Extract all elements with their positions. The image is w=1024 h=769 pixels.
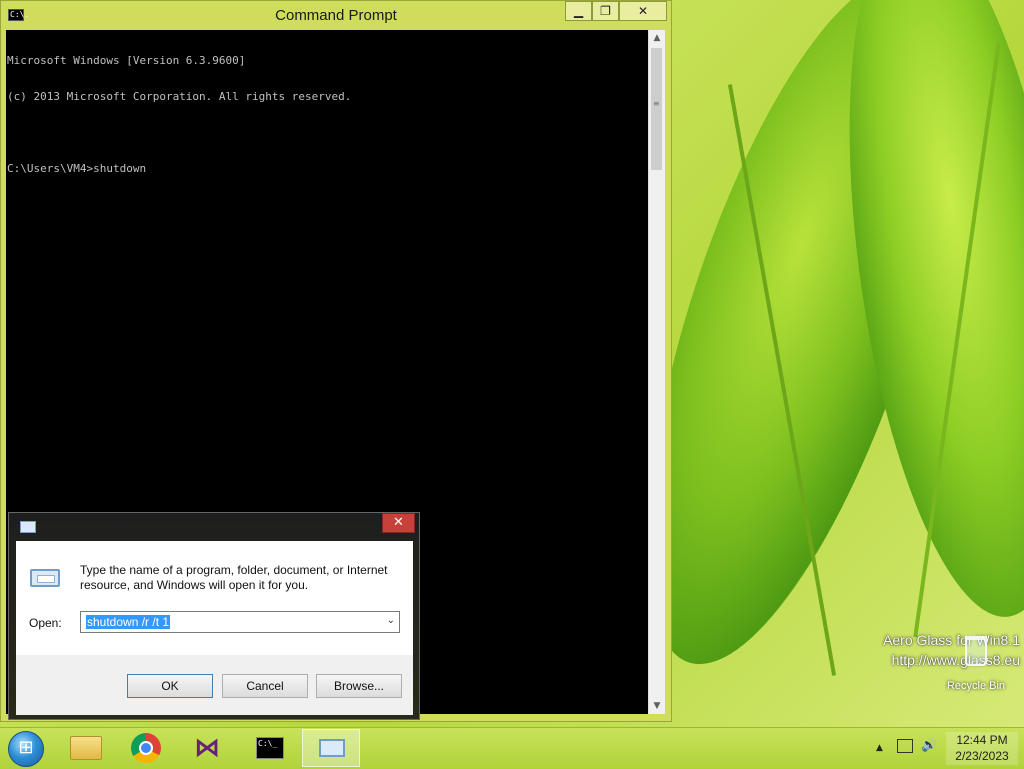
taskbar-run[interactable]: [302, 729, 360, 767]
console-line: Microsoft Windows [Version 6.3.9600]: [7, 54, 246, 67]
taskbar-visual-studio[interactable]: ⋈: [179, 729, 237, 767]
open-combobox[interactable]: shutdown /r /t 1 ⌄: [80, 611, 400, 633]
cmd-icon: C:\_: [256, 737, 284, 759]
maximize-button[interactable]: ❐: [592, 1, 619, 21]
folder-icon: [70, 736, 102, 760]
network-icon[interactable]: [897, 739, 913, 753]
cancel-button[interactable]: Cancel: [222, 674, 308, 698]
run-program-icon: [30, 569, 60, 587]
browse-button[interactable]: Browse...: [316, 674, 402, 698]
taskbar-chrome[interactable]: [118, 729, 176, 767]
scrollbar-grip-icon: ≡: [653, 99, 660, 108]
recycle-bin-label[interactable]: Recycle Bin: [940, 680, 1012, 692]
command-prompt-titlebar[interactable]: C:\. Command Prompt ▁ ❐ ✕: [1, 1, 671, 30]
close-button[interactable]: ✕: [619, 1, 667, 21]
run-dialog-footer: OK Cancel Browse...: [16, 655, 413, 715]
taskbar-file-explorer[interactable]: [57, 729, 115, 767]
console-line: (c) 2013 Microsoft Corporation. All righ…: [7, 90, 352, 103]
recycle-bin[interactable]: Recycle Bin: [940, 636, 1012, 692]
console-prompt-line: C:\Users\VM4>shutdown: [7, 162, 147, 175]
run-dialog-content: Type the name of a program, folder, docu…: [16, 541, 413, 655]
scroll-down-arrow-icon[interactable]: ▼: [649, 698, 665, 714]
recycle-bin-icon[interactable]: [965, 636, 987, 666]
clock-date: 2/23/2023: [955, 749, 1009, 763]
minimize-button[interactable]: ▁: [565, 1, 592, 21]
run-icon: [319, 739, 345, 757]
taskbar-command-prompt[interactable]: C:\_: [240, 729, 298, 767]
run-description: Type the name of a program, folder, docu…: [80, 563, 388, 592]
visual-studio-icon: ⋈: [194, 733, 220, 763]
volume-icon[interactable]: 🔊: [921, 738, 937, 753]
taskbar-clock[interactable]: 12:44 PM 2/23/2023: [946, 732, 1018, 765]
start-button[interactable]: [8, 731, 44, 767]
open-input[interactable]: shutdown /r /t 1: [86, 615, 171, 629]
open-label: Open:: [29, 616, 62, 630]
chevron-down-icon[interactable]: ⌄: [387, 615, 395, 626]
chrome-icon: [131, 733, 161, 763]
taskbar: ⋈ C:\_ ▲ 🔊 12:44 PM 2/23/2023: [0, 727, 1024, 769]
run-close-button[interactable]: ✕: [382, 513, 415, 533]
scrollbar-thumb[interactable]: ≡: [651, 48, 662, 170]
run-dialog[interactable]: ✕ Type the name of a program, folder, do…: [8, 512, 420, 720]
run-icon: [20, 521, 36, 533]
clock-time: 12:44 PM: [956, 733, 1008, 747]
show-hidden-icons-icon[interactable]: ▲: [876, 743, 883, 753]
vertical-scrollbar[interactable]: ▲ ≡ ▼: [648, 30, 665, 714]
scroll-up-arrow-icon[interactable]: ▲: [649, 30, 665, 46]
ok-button[interactable]: OK: [127, 674, 213, 698]
